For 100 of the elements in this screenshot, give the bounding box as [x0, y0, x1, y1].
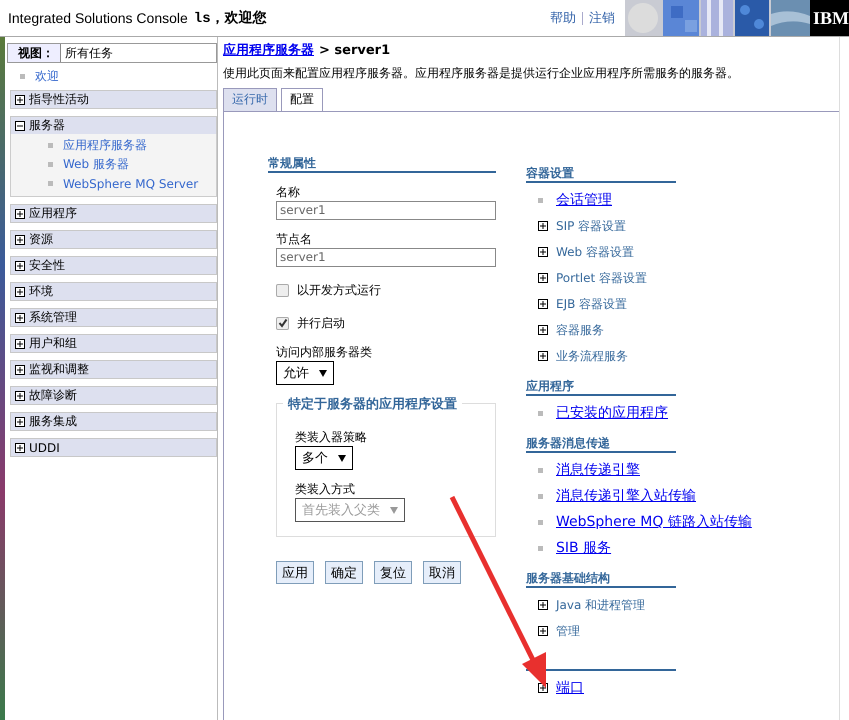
- nav-group[interactable]: UDDI: [10, 438, 217, 457]
- nav-link[interactable]: WebSphere MQ Server: [63, 176, 198, 190]
- form-button[interactable]: 确定: [325, 561, 363, 584]
- expand-icon: [15, 94, 25, 104]
- expand-icon[interactable]: [538, 626, 548, 636]
- expand-icon[interactable]: [538, 221, 548, 231]
- welcome-text: ls，欢迎您: [194, 9, 267, 27]
- app-title: Integrated Solutions Console: [8, 10, 188, 26]
- nav-group[interactable]: 资源: [10, 230, 217, 249]
- expand-icon[interactable]: [538, 325, 548, 335]
- form-button[interactable]: 取消: [423, 561, 461, 584]
- nav-group[interactable]: 服务集成: [10, 412, 217, 431]
- checkbox[interactable]: [276, 284, 289, 296]
- dropdown-arrow-icon: [338, 454, 346, 462]
- view-label: 视图：: [16, 44, 55, 62]
- tab[interactable]: 配置: [281, 88, 323, 111]
- expandable-item[interactable]: Java 和进程管理: [556, 596, 646, 614]
- settings-link[interactable]: 端口: [556, 679, 584, 697]
- expand-icon[interactable]: [538, 299, 548, 309]
- section-heading: 服务器基础结构: [526, 571, 676, 588]
- section-heading: 服务器消息传递: [526, 436, 676, 453]
- expand-icon[interactable]: [538, 247, 548, 257]
- expand-icon[interactable]: [538, 273, 548, 283]
- form-button[interactable]: 复位: [374, 561, 412, 584]
- nav-group-label: 监视和调整: [29, 361, 89, 378]
- nav-group[interactable]: 安全性: [10, 256, 217, 275]
- expand-icon: [15, 338, 25, 348]
- welcome-link[interactable]: 欢迎: [35, 68, 59, 84]
- expand-icon: [15, 234, 25, 244]
- nav-group[interactable]: 监视和调整: [10, 360, 217, 379]
- section-heading: 容器设置: [526, 166, 676, 183]
- tab[interactable]: 运行时: [223, 88, 277, 111]
- bullet-icon: [48, 143, 53, 148]
- nav-group[interactable]: 环境: [10, 282, 217, 301]
- settings-link[interactable]: 消息传递引擎入站传输: [556, 487, 696, 505]
- expand-icon: [15, 364, 25, 374]
- checkbox[interactable]: [276, 316, 289, 330]
- bullet-icon: [20, 74, 25, 78]
- nav-group-label: UDDI: [29, 440, 60, 454]
- nav-group[interactable]: 系统管理: [10, 308, 217, 327]
- input-field[interactable]: server1: [276, 201, 496, 220]
- nav-group-label: 环境: [29, 283, 53, 300]
- nav-group-label: 服务器: [29, 117, 65, 134]
- bullet-icon: [538, 494, 543, 498]
- input-field[interactable]: server1: [276, 248, 496, 267]
- expandable-item[interactable]: 管理: [556, 622, 580, 640]
- section-heading: 常规属性: [268, 156, 496, 173]
- expand-icon: [15, 312, 25, 322]
- expand-icon: [15, 208, 25, 218]
- expand-icon[interactable]: [538, 351, 548, 361]
- dropdown[interactable]: 多个: [295, 446, 353, 470]
- dropdown[interactable]: 允许: [276, 361, 334, 385]
- nav-link[interactable]: Web 服务器: [63, 156, 129, 173]
- expand-icon: [15, 260, 25, 270]
- expandable-item[interactable]: Portlet 容器设置: [556, 270, 648, 286]
- bullet-icon: [48, 162, 53, 167]
- expandable-item[interactable]: 容器服务: [556, 322, 604, 338]
- settings-link[interactable]: SIB 服务: [556, 539, 612, 557]
- bullet-icon: [538, 198, 543, 202]
- expandable-item[interactable]: SIP 容器设置: [556, 218, 626, 234]
- settings-link[interactable]: 消息传递引擎: [556, 461, 640, 479]
- bullet-icon: [538, 468, 543, 472]
- section-heading: 应用程序: [526, 379, 676, 396]
- nav-group[interactable]: 用户和组: [10, 334, 217, 353]
- nav-group-label: 服务集成: [29, 413, 77, 430]
- nav-group[interactable]: 应用程序: [10, 204, 217, 223]
- collapse-icon: [15, 120, 25, 130]
- settings-link[interactable]: 会话管理: [556, 191, 612, 209]
- field-label: 类装入器策略: [295, 429, 368, 446]
- nav-group-label: 系统管理: [29, 309, 77, 326]
- breadcrumb-current: > server1: [319, 43, 390, 58]
- expand-icon[interactable]: [538, 600, 548, 610]
- header-link[interactable]: 帮助: [550, 9, 576, 27]
- expand-icon: [15, 390, 25, 400]
- page-description: 使用此页面来配置应用程序服务器。应用程序服务器是提供运行企业应用程序所需服务的服务器。: [223, 65, 740, 82]
- settings-link[interactable]: 已安装的应用程序: [556, 404, 668, 422]
- expand-icon: [15, 286, 25, 296]
- expand-icon[interactable]: [538, 683, 548, 693]
- form-button[interactable]: 应用: [276, 561, 314, 584]
- expandable-item[interactable]: 业务流程服务: [556, 348, 628, 364]
- nav-link[interactable]: 应用程序服务器: [63, 137, 147, 154]
- header-link[interactable]: 注销: [589, 9, 615, 27]
- logo: IBM: [810, 0, 849, 36]
- checkbox-label: 以开发方式运行: [297, 282, 381, 298]
- field-label: 名称: [276, 184, 301, 201]
- expandable-item[interactable]: EJB 容器设置: [556, 296, 628, 312]
- breadcrumb-link[interactable]: 应用程序服务器: [223, 43, 314, 58]
- expand-icon: [15, 416, 25, 426]
- dropdown-arrow-icon: [319, 370, 327, 376]
- view-select[interactable]: 所有任务: [60, 44, 216, 62]
- nav-group[interactable]: 故障诊断: [10, 386, 217, 405]
- nav-group[interactable]: 服务器: [10, 116, 217, 135]
- field-label: 访问内部服务器类: [276, 344, 373, 361]
- settings-link[interactable]: WebSphere MQ 链路入站传输: [556, 513, 752, 531]
- nav-group-label: 用户和组: [29, 335, 77, 352]
- expandable-item[interactable]: Web 容器设置: [556, 244, 634, 260]
- bullet-icon: [538, 410, 543, 416]
- bullet-icon: [48, 181, 53, 186]
- nav-group[interactable]: 指导性活动: [10, 90, 217, 109]
- nav-group-label: 故障诊断: [29, 387, 77, 404]
